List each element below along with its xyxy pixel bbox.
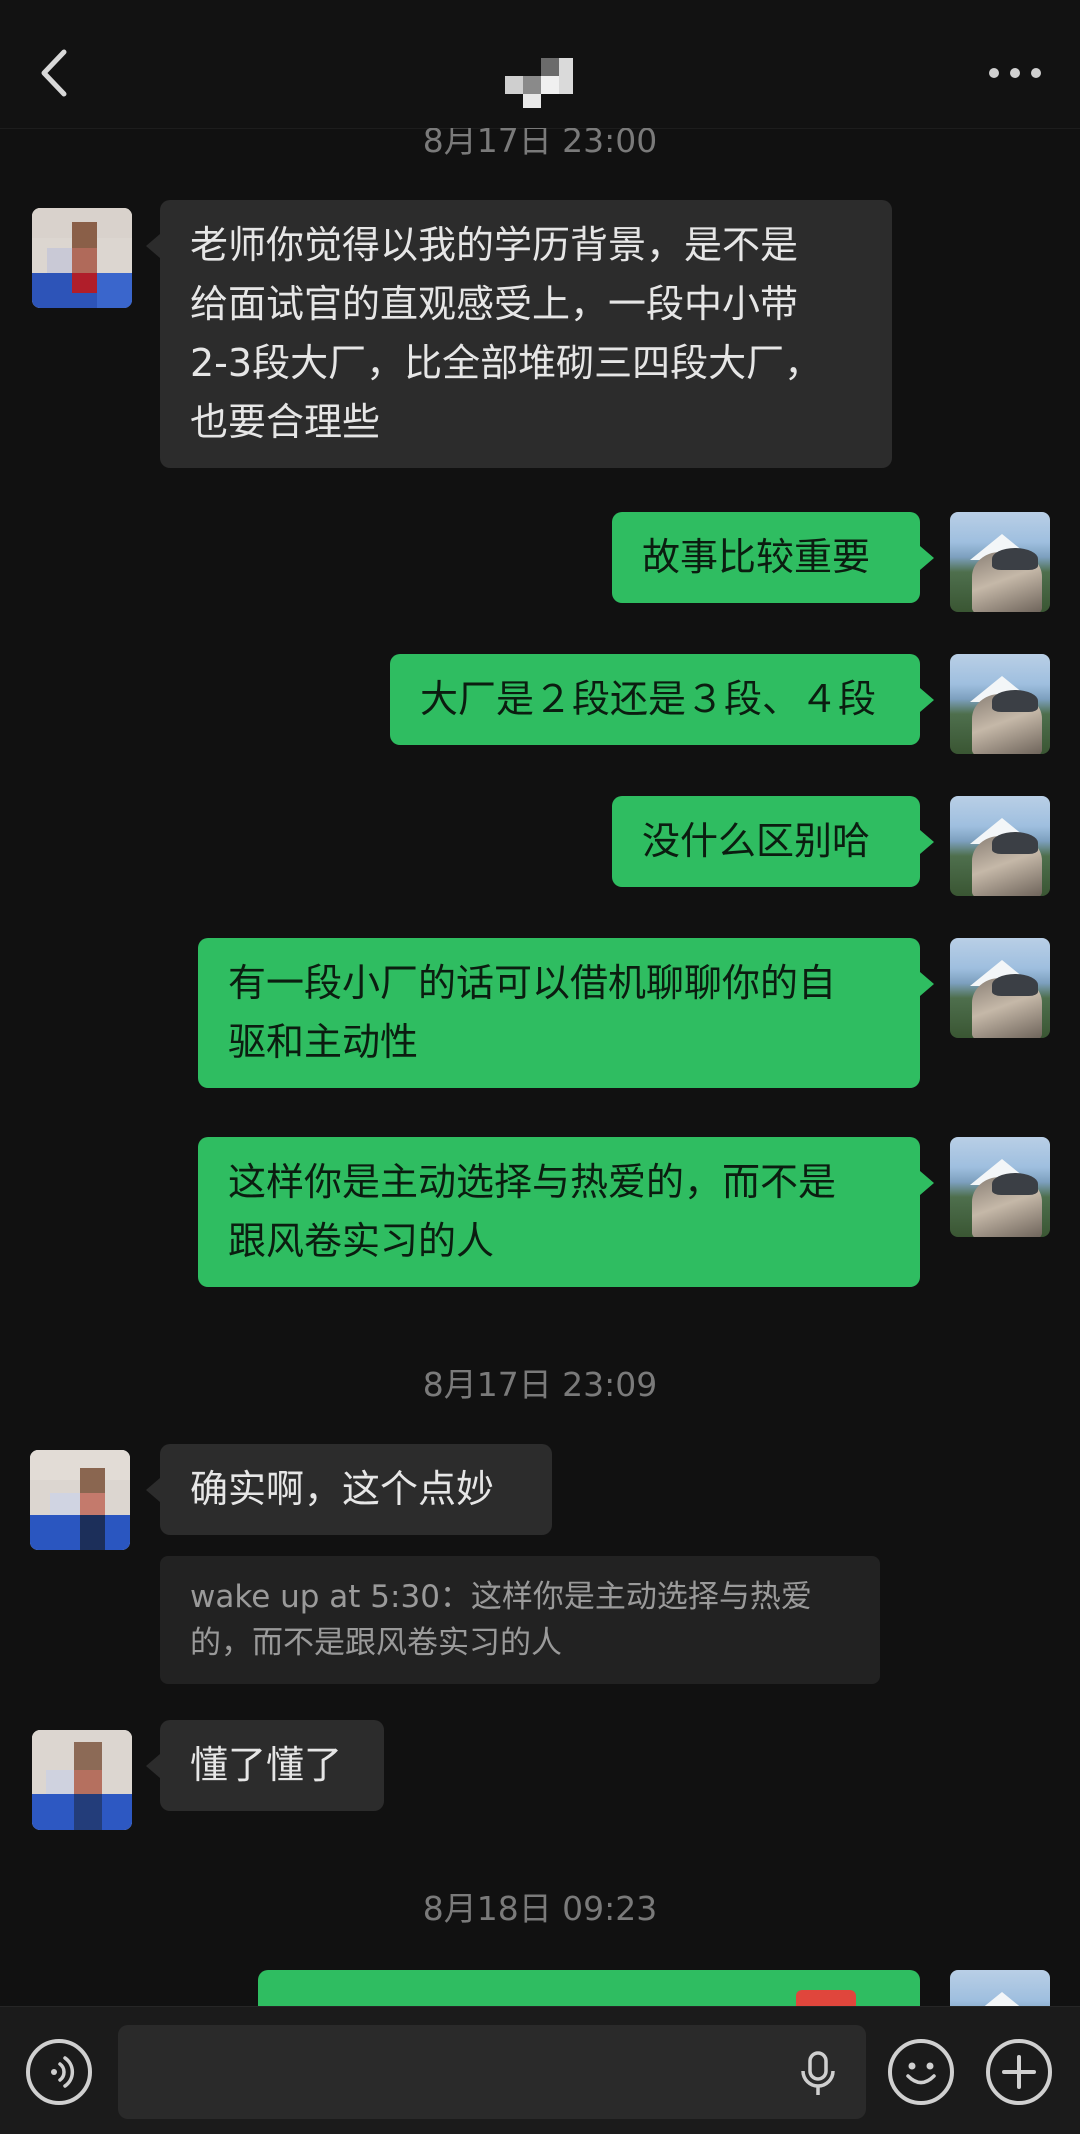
voice-input-icon[interactable] (26, 2039, 92, 2105)
message-text: 确实啊，这个点妙 (190, 1467, 495, 1511)
message-text: 没什么区别哈 (642, 819, 871, 863)
message-bubble-outgoing[interactable]: 这样你是主动选择与热爱的，而不是 跟风卷实习的人 (198, 1137, 934, 1287)
contact-avatar[interactable] (30, 1450, 130, 1550)
my-avatar[interactable] (950, 512, 1050, 612)
microphone-icon[interactable] (798, 2051, 838, 2097)
timestamp: 8月18日 09:23 (422, 1889, 658, 1928)
quote-text: 的，而不是跟风卷实习的人 (190, 1625, 562, 1661)
quoted-message[interactable]: wake up at 5:30：这样你是主动选择与热爱 的，而不是跟风卷实习的人 (160, 1556, 880, 1684)
message-bubble-outgoing[interactable]: 没什么区别哈 (612, 796, 934, 887)
message-bubble-outgoing[interactable]: 故事比较重要 (612, 512, 934, 603)
emoji-smile-icon[interactable] (888, 2039, 954, 2105)
quote-text: wake up at 5:30：这样你是主动选择与热爱 (190, 1579, 812, 1615)
plus-icon[interactable] (986, 2039, 1052, 2105)
my-avatar[interactable] (950, 1137, 1050, 1237)
message-text: 懂了懂了 (190, 1743, 343, 1787)
message-bubble-incoming[interactable]: 确实啊，这个点妙 (146, 1444, 552, 1535)
message-text: 有一段小厂的话可以借机聊聊你的自 (228, 961, 837, 1005)
message-text: 跟风卷实习的人 (228, 1219, 495, 1263)
message-text: 这样你是主动选择与热爱的，而不是 (228, 1160, 837, 1204)
my-avatar[interactable] (950, 796, 1050, 896)
message-input[interactable] (118, 2025, 866, 2119)
contact-avatar[interactable] (32, 1730, 132, 1830)
timestamp: 8月17日 23:09 (422, 1365, 658, 1404)
message-text: 给面试官的直观感受上，一段中小带 (190, 282, 799, 326)
message-text: 也要合理些 (190, 400, 381, 444)
my-avatar[interactable] (950, 938, 1050, 1038)
contact-avatar[interactable] (32, 208, 132, 308)
message-text: 故事比较重要 (642, 535, 871, 579)
message-text: 2-3段大厂，比全部堆砌三四段大厂， (190, 341, 823, 385)
input-toolbar (0, 2006, 1080, 2134)
message-text: 驱和主动性 (228, 1020, 419, 1064)
more-dots-icon[interactable] (985, 58, 1045, 88)
chat-header (0, 0, 1080, 128)
chevron-left-icon[interactable] (30, 38, 80, 108)
message-bubble-outgoing[interactable]: 有一段小厂的话可以借机聊聊你的自 驱和主动性 (198, 938, 934, 1088)
message-text: 大厂是２段还是３段、４段 (420, 677, 877, 721)
message-bubble-incoming[interactable]: 老师你觉得以我的学历背景，是不是 给面试官的直观感受上，一段中小带 2-3段大厂… (146, 200, 892, 468)
contact-name-pixelated (505, 58, 573, 108)
my-avatar[interactable] (950, 654, 1050, 754)
message-bubble-incoming[interactable]: 懂了懂了 (146, 1720, 384, 1811)
message-bubble-outgoing[interactable]: 大厂是２段还是３段、４段 (390, 654, 934, 745)
message-text: 老师你觉得以我的学历背景，是不是 (190, 223, 799, 267)
